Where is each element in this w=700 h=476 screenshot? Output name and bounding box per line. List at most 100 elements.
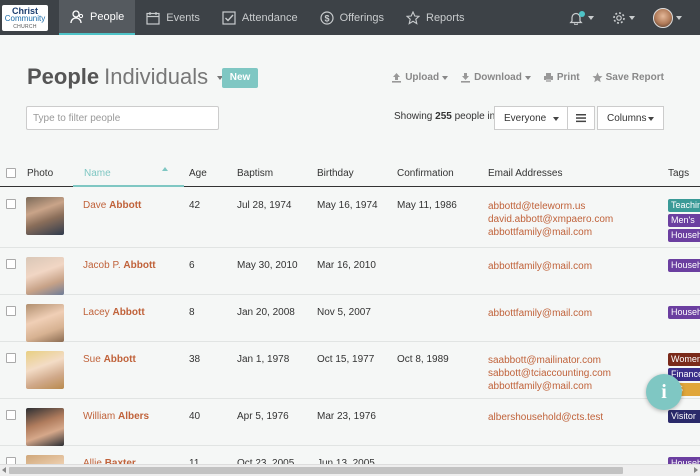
person-baptism: Apr 5, 1976 bbox=[237, 411, 289, 422]
person-name[interactable]: Jacob P. Abbott bbox=[83, 260, 156, 271]
table-row[interactable]: Lacey Abbott 8 Jan 20, 2008 Nov 5, 2007 abbo… bbox=[0, 295, 700, 342]
person-tags: Teaching Men's Household bbox=[668, 199, 700, 244]
person-age: 6 bbox=[189, 260, 195, 271]
person-birthday: Mar 16, 2010 bbox=[317, 260, 376, 271]
person-tags: Household bbox=[668, 306, 700, 321]
scroll-right-icon[interactable] bbox=[694, 467, 698, 473]
person-age: 42 bbox=[189, 200, 201, 211]
person-name[interactable]: Dave Abbott bbox=[83, 200, 141, 211]
notifications-button[interactable] bbox=[569, 10, 594, 25]
tag-badge[interactable]: Household bbox=[668, 259, 700, 272]
chevron-down-icon bbox=[648, 117, 654, 121]
row-checkbox[interactable] bbox=[6, 410, 16, 420]
page-title-main: People bbox=[27, 64, 100, 89]
person-photo[interactable] bbox=[26, 408, 64, 446]
email-link[interactable]: abbottd@teleworm.us bbox=[488, 200, 613, 213]
dollar-icon: $ bbox=[319, 10, 334, 25]
download-button[interactable]: Download bbox=[460, 72, 531, 83]
person-emails: abbottd@teleworm.us david.abbott@xmpaero.… bbox=[488, 200, 613, 239]
tag-badge[interactable]: Household bbox=[668, 306, 700, 319]
person-baptism: Jan 20, 2008 bbox=[237, 307, 295, 318]
sort-asc-icon bbox=[162, 167, 168, 171]
col-birthday[interactable]: Birthday bbox=[317, 168, 354, 179]
col-age[interactable]: Age bbox=[189, 168, 207, 179]
email-link[interactable]: albershousehold@cts.test bbox=[488, 411, 603, 424]
row-checkbox[interactable] bbox=[6, 199, 16, 209]
print-button[interactable]: Print bbox=[543, 72, 580, 83]
chevron-down-icon bbox=[588, 15, 594, 20]
new-person-button[interactable]: New bbox=[222, 68, 258, 88]
col-tags[interactable]: Tags bbox=[668, 168, 689, 179]
row-checkbox[interactable] bbox=[6, 306, 16, 316]
select-all-checkbox[interactable] bbox=[6, 168, 16, 178]
person-tags: Visitor bbox=[668, 410, 700, 425]
tag-badge[interactable]: Visitor bbox=[668, 410, 700, 423]
nav-item-reports[interactable]: Reports bbox=[395, 0, 476, 35]
person-baptism: Jul 28, 1974 bbox=[237, 200, 292, 211]
person-photo[interactable] bbox=[26, 197, 64, 235]
tag-badge[interactable]: Men's bbox=[668, 214, 700, 227]
download-icon bbox=[461, 73, 471, 83]
info-button[interactable]: i bbox=[646, 374, 682, 410]
row-checkbox[interactable] bbox=[6, 259, 16, 269]
scrollbar-thumb[interactable] bbox=[9, 467, 623, 474]
person-emails: abbottfamily@mail.com bbox=[488, 260, 592, 273]
person-name[interactable]: Lacey Abbott bbox=[83, 307, 145, 318]
person-photo[interactable] bbox=[26, 257, 64, 295]
logo-text-3: CHURCH bbox=[13, 24, 37, 30]
columns-dropdown[interactable]: Columns bbox=[597, 106, 664, 130]
nav-item-attendance[interactable]: Attendance bbox=[211, 0, 309, 35]
horizontal-scrollbar[interactable] bbox=[0, 464, 700, 476]
nav-item-people[interactable]: People bbox=[59, 0, 136, 35]
filter-input[interactable] bbox=[26, 106, 219, 130]
chevron-down-icon bbox=[553, 117, 559, 121]
scope-dropdown[interactable]: Everyone bbox=[494, 106, 568, 130]
last-name: Abbott bbox=[123, 260, 156, 271]
email-link[interactable]: abbottfamily@mail.com bbox=[488, 260, 592, 273]
person-emails: saabbott@mailinator.com sabbott@tciaccoun… bbox=[488, 354, 611, 393]
star-icon bbox=[406, 10, 420, 25]
person-photo[interactable] bbox=[26, 351, 64, 389]
tag-badge[interactable]: Teaching bbox=[668, 199, 700, 212]
church-logo[interactable]: Christ Community CHURCH bbox=[2, 5, 48, 31]
people-count: 255 bbox=[435, 111, 452, 122]
upload-label: Upload bbox=[405, 72, 440, 83]
email-link[interactable]: abbottfamily@mail.com bbox=[488, 226, 613, 239]
table-row[interactable]: Sue Abbott 38 Jan 1, 1978 Oct 15, 1977 Oct 8… bbox=[0, 342, 700, 399]
nav-items: People Events Attendance $ Offerings Rep… bbox=[59, 0, 476, 35]
email-link[interactable]: abbottfamily@mail.com bbox=[488, 380, 611, 393]
col-baptism[interactable]: Baptism bbox=[237, 168, 273, 179]
person-name[interactable]: William Albers bbox=[83, 411, 149, 422]
sort-indicator bbox=[73, 185, 184, 187]
col-confirmation[interactable]: Confirmation bbox=[397, 168, 454, 179]
table-row[interactable]: Jacob P. Abbott 6 May 30, 2010 Mar 16, 2010… bbox=[0, 248, 700, 295]
table-row[interactable]: Dave Abbott 42 Jul 28, 1974 May 16, 1974 May… bbox=[0, 188, 700, 248]
email-link[interactable]: saabbott@mailinator.com bbox=[488, 354, 611, 367]
person-name[interactable]: Sue Abbott bbox=[83, 354, 136, 365]
view-selector[interactable]: Individuals bbox=[104, 64, 208, 89]
email-link[interactable]: sabbott@tciaccounting.com bbox=[488, 367, 611, 380]
nav-item-offerings[interactable]: $ Offerings bbox=[309, 0, 395, 35]
columns-label: Columns bbox=[607, 112, 647, 124]
save-report-button[interactable]: Save Report bbox=[592, 72, 664, 83]
nav-item-events[interactable]: Events bbox=[135, 0, 211, 35]
person-tags: Household bbox=[668, 259, 700, 274]
email-link[interactable]: david.abbott@xmpaero.com bbox=[488, 213, 613, 226]
tag-badge[interactable]: Household bbox=[668, 229, 700, 242]
settings-button[interactable] bbox=[612, 11, 635, 25]
person-photo[interactable] bbox=[26, 304, 64, 342]
chevron-down-icon bbox=[524, 75, 531, 80]
table-row[interactable]: William Albers 40 Apr 5, 1976 Mar 23, 1976 a… bbox=[0, 399, 700, 446]
tag-badge[interactable]: Women's bbox=[668, 353, 700, 366]
col-email[interactable]: Email Addresses bbox=[488, 168, 562, 179]
result-count-text: Showing 255 people in bbox=[394, 111, 495, 122]
col-name[interactable]: Name bbox=[84, 168, 111, 179]
email-link[interactable]: abbottfamily@mail.com bbox=[488, 307, 592, 320]
chevron-down-icon bbox=[676, 15, 682, 20]
row-checkbox[interactable] bbox=[6, 353, 16, 363]
list-menu-button[interactable] bbox=[567, 106, 595, 130]
svg-text:$: $ bbox=[324, 13, 329, 23]
upload-button[interactable]: Upload bbox=[391, 72, 449, 83]
user-menu[interactable] bbox=[653, 7, 682, 28]
scroll-left-icon[interactable] bbox=[2, 467, 6, 473]
